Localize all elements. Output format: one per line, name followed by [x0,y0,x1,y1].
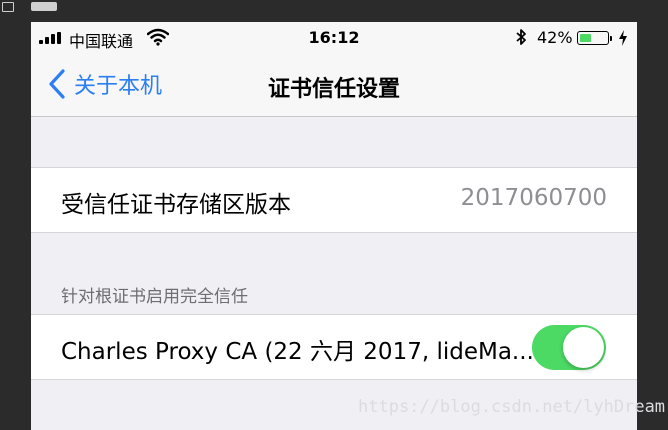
page-title: 证书信任设置 [267,77,400,102]
phone-screen: 中国联通 16:12 42% 关于本机 证书信任设置 受信任证书存储区版本 20… [31,22,637,430]
navigation-bar: 关于本机 证书信任设置 [31,55,637,117]
trust-store-version-value: 2017060700 [460,185,607,211]
certificate-trust-row[interactable]: Charles Proxy CA (22 六月 2017, lideMa... [31,314,637,380]
toggle-knob [563,327,604,368]
window-icon [2,2,14,12]
desktop-toolbar [0,0,80,14]
battery-icon [577,31,612,45]
monitor-icon [31,2,57,11]
status-bar: 中国联通 16:12 42% [31,22,637,55]
certificate-trust-toggle[interactable] [532,325,606,370]
trust-store-version-row: 受信任证书存储区版本 2017060700 [31,167,637,233]
full-trust-section-header: 针对根证书启用完全信任 [61,287,248,307]
trust-store-version-label: 受信任证书存储区版本 [61,192,291,218]
certificate-name: Charles Proxy CA (22 六月 2017, lideMa... [61,339,534,365]
charging-icon [619,30,627,46]
battery-percentage: 42% [537,28,573,47]
bluetooth-icon [516,29,526,45]
watermark: https://blog.csdn.net/lyhDream [358,397,666,417]
